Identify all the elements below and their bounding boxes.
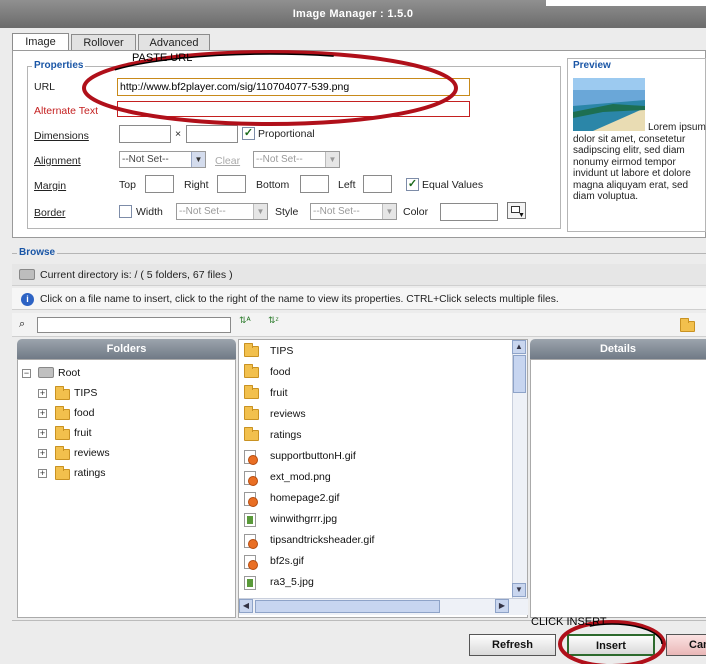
annotation-click-insert: CLICK INSERT [531,616,607,628]
annotation-overlay [82,50,666,664]
annotation-circle-insert [558,620,666,664]
annotation-circle-url-shadow [85,53,455,123]
annotation-circle-insert-shadow [561,623,663,664]
annotation-paste-url: PASTE URL [132,52,193,64]
